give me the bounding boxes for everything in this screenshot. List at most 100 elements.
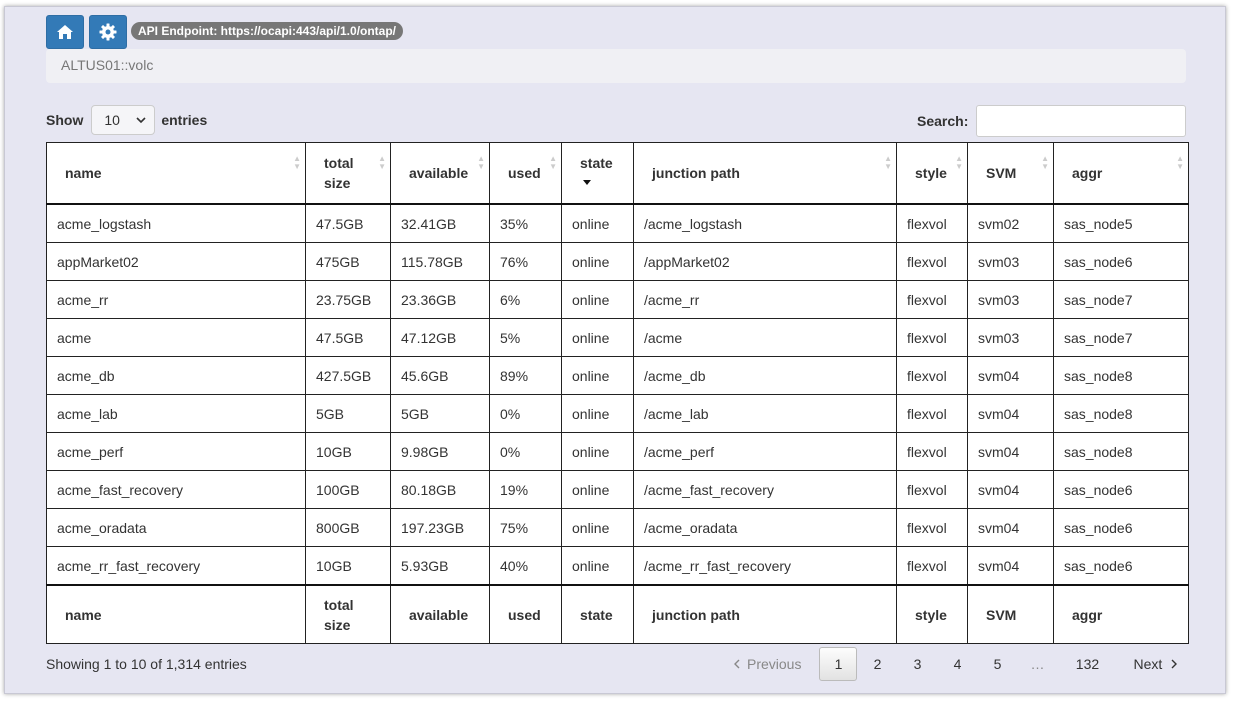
- table-row[interactable]: acme_lab 5GB 5GB 0% online/acme_lab flexvol sv…: [46, 394, 1189, 433]
- page-button[interactable]: 1: [819, 647, 858, 681]
- page-length-select[interactable]: 10: [91, 105, 156, 135]
- sort-desc-icon: [583, 180, 591, 185]
- footer-header-state: state: [561, 584, 634, 644]
- table-cell: 6%: [489, 280, 562, 319]
- table-cell: 0%: [489, 394, 562, 433]
- table-cell: 32.41GB: [390, 203, 490, 243]
- page-button[interactable]: 2: [857, 647, 897, 681]
- column-header-junction-path[interactable]: junction path ▲ ▼: [633, 142, 897, 205]
- table-cell: acme_db: [46, 356, 306, 395]
- column-label: total size: [324, 155, 354, 191]
- table-cell: flexvol: [896, 280, 968, 319]
- page-button[interactable]: 3: [897, 647, 937, 681]
- column-header-style[interactable]: style ▲ ▼: [896, 142, 968, 205]
- search-input[interactable]: [976, 105, 1187, 137]
- previous-label: Previous: [747, 656, 802, 672]
- column-header-aggr[interactable]: aggr ▲ ▼: [1053, 142, 1189, 205]
- table-cell: online: [561, 280, 634, 319]
- table-row[interactable]: acme_rr_fast_recovery 10GB 5.93GB 40% online…: [46, 546, 1189, 586]
- table-cell: sas_node7: [1053, 280, 1189, 319]
- table-cell: svm04: [967, 432, 1054, 471]
- table-cell: /acme_logstash: [633, 203, 897, 243]
- table-cell: /acme_rr_fast_recovery: [633, 546, 897, 586]
- table-cell: 100GB: [305, 470, 391, 509]
- volumes-table: name ▲ ▼ total size ▲ ▼ available ▲ ▼ used ▲ ▼ s…: [46, 142, 1189, 644]
- table-cell: 10GB: [305, 432, 391, 471]
- table-cell: flexvol: [896, 432, 968, 471]
- table-cell: svm04: [967, 394, 1054, 433]
- column-header-total-size[interactable]: total size ▲ ▼: [305, 142, 391, 205]
- table-cell: flexvol: [896, 318, 968, 357]
- table-cell: 10GB: [305, 546, 391, 586]
- table-cell: 115.78GB: [390, 242, 490, 281]
- table-cell: 35%: [489, 203, 562, 243]
- column-label: aggr: [1072, 165, 1103, 181]
- app-frame: API Endpoint: https://ocapi:443/api/1.0/…: [4, 6, 1226, 694]
- table-cell: 47.12GB: [390, 318, 490, 357]
- table-cell: 80.18GB: [390, 470, 490, 509]
- pagination-ellipsis: …: [1030, 656, 1045, 672]
- footer-header-junction-path: junction path: [633, 584, 897, 644]
- column-label: state: [580, 155, 613, 171]
- table-cell: 45.6GB: [390, 356, 490, 395]
- table-cell: acme_logstash: [46, 203, 306, 243]
- table-row[interactable]: acme_fast_recovery 100GB 80.18GB 19% online /…: [46, 470, 1189, 509]
- table-cell: svm02: [967, 203, 1054, 243]
- table-cell: svm04: [967, 356, 1054, 395]
- table-row[interactable]: acme_db 427.5GB 45.6GB 89% online/acme_db fle…: [46, 356, 1189, 395]
- settings-button[interactable]: [89, 15, 127, 49]
- footer-header-svm: SVM: [967, 584, 1054, 644]
- table-cell: online: [561, 242, 634, 281]
- table-cell: 800GB: [305, 508, 391, 547]
- table-row[interactable]: acme 47.5GB 47.12GB 5% online/acme flexvol svm…: [46, 318, 1189, 357]
- table-cell: /acme_lab: [633, 394, 897, 433]
- table-cell: acme_rr: [46, 280, 306, 319]
- table-cell: sas_node7: [1053, 318, 1189, 357]
- column-header-used[interactable]: used ▲ ▼: [489, 142, 562, 205]
- table-cell: flexvol: [896, 470, 968, 509]
- page-button[interactable]: 132: [1057, 647, 1117, 681]
- table-cell: acme_lab: [46, 394, 306, 433]
- home-button[interactable]: [46, 15, 84, 49]
- table-cell: acme_perf: [46, 432, 306, 471]
- table-cell: 75%: [489, 508, 562, 547]
- table-cell: svm04: [967, 546, 1054, 586]
- table-cell: svm03: [967, 318, 1054, 357]
- column-header-svm[interactable]: SVM ▲ ▼: [967, 142, 1054, 205]
- table-row[interactable]: appMarket02 475GB 115.78GB 76% online/appMar…: [46, 242, 1189, 281]
- table-cell: 23.75GB: [305, 280, 391, 319]
- table-cell: 427.5GB: [305, 356, 391, 395]
- table-row[interactable]: acme_rr 23.75GB 23.36GB 6% online/acme_rr fle…: [46, 280, 1189, 319]
- table-cell: flexvol: [896, 508, 968, 547]
- table-cell: acme: [46, 318, 306, 357]
- page-length-value: 10: [104, 112, 120, 128]
- next-page-button[interactable]: Next: [1123, 647, 1188, 681]
- table-cell: svm03: [967, 280, 1054, 319]
- column-header-available[interactable]: available ▲ ▼: [390, 142, 490, 205]
- table-cell: online: [561, 470, 634, 509]
- sort-icon: ▲ ▼: [378, 154, 386, 171]
- previous-page-button[interactable]: Previous: [723, 647, 811, 681]
- table-cell: online: [561, 318, 634, 357]
- table-info: Showing 1 to 10 of 1,314 entries: [46, 656, 247, 672]
- footer-header-available: available: [390, 584, 490, 644]
- table-cell: /acme_rr: [633, 280, 897, 319]
- table-row[interactable]: acme_logstash 47.5GB 32.41GB 35% online/acme…: [46, 203, 1189, 243]
- table-cell: 40%: [489, 546, 562, 586]
- footer-header-used: used: [489, 584, 562, 644]
- page-button[interactable]: 4: [937, 647, 977, 681]
- show-label: Show: [46, 112, 84, 128]
- table-cell: online: [561, 546, 634, 586]
- table-row[interactable]: acme_oradata 800GB 197.23GB 75% online/acme_…: [46, 508, 1189, 547]
- page-button[interactable]: 5: [977, 647, 1017, 681]
- search-label: Search:: [917, 113, 969, 129]
- home-icon: [57, 25, 73, 39]
- column-header-state[interactable]: state: [561, 142, 634, 205]
- table-row[interactable]: acme_perf 10GB 9.98GB 0% online/acme_perf fle…: [46, 432, 1189, 471]
- column-header-name[interactable]: name ▲ ▼: [46, 142, 306, 205]
- sort-icon: ▲ ▼: [955, 154, 963, 171]
- table-cell: sas_node6: [1053, 470, 1189, 509]
- table-cell: svm04: [967, 470, 1054, 509]
- table-cell: appMarket02: [46, 242, 306, 281]
- table-cell: flexvol: [896, 242, 968, 281]
